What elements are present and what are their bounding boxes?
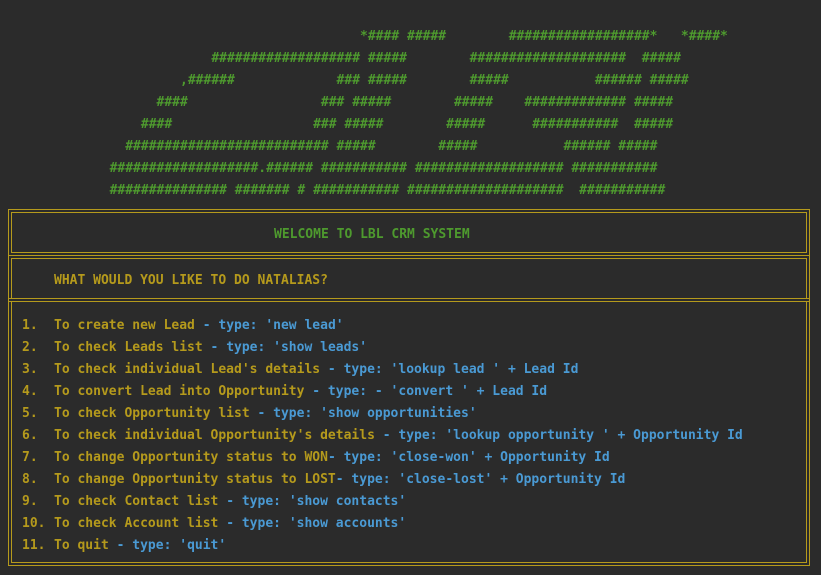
ascii-line: ################### ##### ##############…: [0, 51, 681, 66]
menu-item-description: To check Leads list: [54, 340, 203, 355]
menu-item-number: 3.: [22, 362, 38, 377]
menu-item: 5. To check Opportunity list - type: 'sho…: [22, 403, 743, 425]
menu-item: 4. To convert Lead into Opportunity - typ…: [22, 381, 743, 403]
menu-item: 2. To check Leads list - type: 'show lead…: [22, 337, 743, 359]
menu-item-command: - type: 'lookup lead ' + Lead Id: [320, 362, 579, 377]
menu-item-description: To change Opportunity status to WON: [54, 450, 328, 465]
menu-item-number: 1.: [22, 318, 38, 333]
menu-item-description: To change Opportunity status to LOST: [54, 472, 336, 487]
menu-item-command: - type: 'close-lost' + Opportunity Id: [335, 472, 626, 487]
ascii-line: ###################.###### ########### #…: [0, 161, 658, 176]
terminal-output: *#### ##### ##################* *####* #…: [0, 0, 821, 575]
menu-item-command: - type: 'quit': [108, 538, 227, 553]
menu-item: 6. To check individual Opportunity's deta…: [22, 425, 743, 447]
menu-item-description: To convert Lead into Opportunity: [54, 384, 305, 399]
ascii-line: #### ### ##### ##### ########### #####: [0, 117, 674, 132]
menu-item-number: 11.: [22, 538, 46, 553]
menu-item-number: 5.: [22, 406, 38, 421]
menu-item-command: - type: - 'convert ' + Lead Id: [304, 384, 548, 399]
menu-item-command: - type: 'show contacts': [218, 494, 407, 509]
ascii-art-logo: *#### ##### ##################* *####* #…: [0, 26, 821, 202]
menu-item-command: - type: 'lookup opportunity ' + Opportun…: [374, 428, 743, 443]
menu-item-number: 8.: [22, 472, 38, 487]
menu-item-number: 10.: [22, 516, 46, 531]
menu-item-number: 6.: [22, 428, 38, 443]
welcome-title: WELCOME TO LBL CRM SYSTEM: [274, 227, 470, 242]
menu-item-number: 9.: [22, 494, 38, 509]
menu-item-description: To create new Lead: [54, 318, 195, 333]
ascii-line: ############### ####### # ########### ##…: [0, 183, 666, 198]
ascii-line: ,###### ### ##### ##### ###### #####: [0, 73, 689, 88]
menu-item-command: - type: 'show accounts': [218, 516, 407, 531]
menu-item-command: - type: 'close-won' + Opportunity Id: [327, 450, 610, 465]
menu-item-description: To check individual Opportunity's detail…: [54, 428, 375, 443]
menu-item: 1. To create new Lead - type: 'new lead': [22, 315, 743, 337]
menu-item: 9. To check Contact list - type: 'show co…: [22, 491, 743, 513]
menu-box: 1. To create new Lead - type: 'new lead' …: [8, 298, 810, 566]
menu-item: 10. To check Account list - type: 'show a…: [22, 513, 743, 535]
menu-item: 11. To quit - type: 'quit': [22, 535, 743, 557]
menu-item-number: 7.: [22, 450, 38, 465]
menu-item-description: To check Opportunity list: [54, 406, 250, 421]
menu-item-description: To check Contact list: [54, 494, 219, 509]
ascii-line: *#### ##### ##################* *####*: [0, 29, 728, 44]
question-box: WHAT WOULD YOU LIKE TO DO NATALIAS?: [8, 255, 810, 302]
menu-item: 7. To change Opportunity status to WON- t…: [22, 447, 743, 469]
menu-item-description: To quit: [54, 538, 109, 553]
prompt-question: WHAT WOULD YOU LIKE TO DO NATALIAS?: [54, 273, 328, 288]
menu-list: 1. To create new Lead - type: 'new lead' …: [22, 315, 743, 557]
menu-item-command: - type: 'show leads': [202, 340, 368, 355]
menu-item: 8. To change Opportunity status to LOST- …: [22, 469, 743, 491]
menu-item-command: - type: 'new lead': [194, 318, 344, 333]
welcome-box: WELCOME TO LBL CRM SYSTEM: [8, 209, 810, 256]
menu-item-description: To check Account list: [54, 516, 219, 531]
menu-item-description: To check individual Lead's details: [54, 362, 321, 377]
ascii-line: #### ### ##### ##### ############# #####: [0, 95, 674, 110]
menu-item-command: - type: 'show opportunities': [249, 406, 477, 421]
menu-item: 3. To check individual Lead's details - t…: [22, 359, 743, 381]
menu-item-number: 4.: [22, 384, 38, 399]
menu-item-number: 2.: [22, 340, 38, 355]
ascii-line: ########################## ##### ##### #…: [0, 139, 658, 154]
